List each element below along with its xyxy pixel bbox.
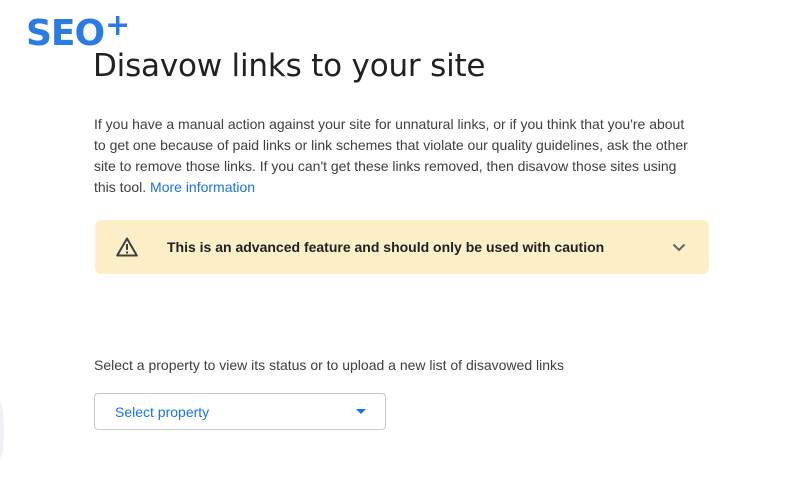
caution-banner[interactable]: This is an advanced feature and should o…	[95, 220, 709, 274]
more-information-link[interactable]: More information	[150, 179, 255, 195]
logo-plus: +	[105, 8, 131, 43]
chevron-down-icon[interactable]	[671, 239, 687, 255]
page-description: If you have a manual action against your…	[94, 114, 694, 198]
caution-banner-text: This is an advanced feature and should o…	[167, 239, 605, 255]
select-property-dropdown[interactable]: Select property	[94, 393, 386, 430]
select-property-label: Select property	[115, 403, 210, 420]
dropdown-arrow-icon	[355, 408, 367, 416]
page-title: Disavow links to your site	[93, 48, 486, 84]
warning-triangle-icon	[115, 235, 139, 259]
page: SEO + Disavow links to your site If you …	[0, 0, 800, 500]
edge-decoration	[0, 400, 4, 460]
select-property-prompt: Select a property to view its status or …	[94, 357, 565, 373]
